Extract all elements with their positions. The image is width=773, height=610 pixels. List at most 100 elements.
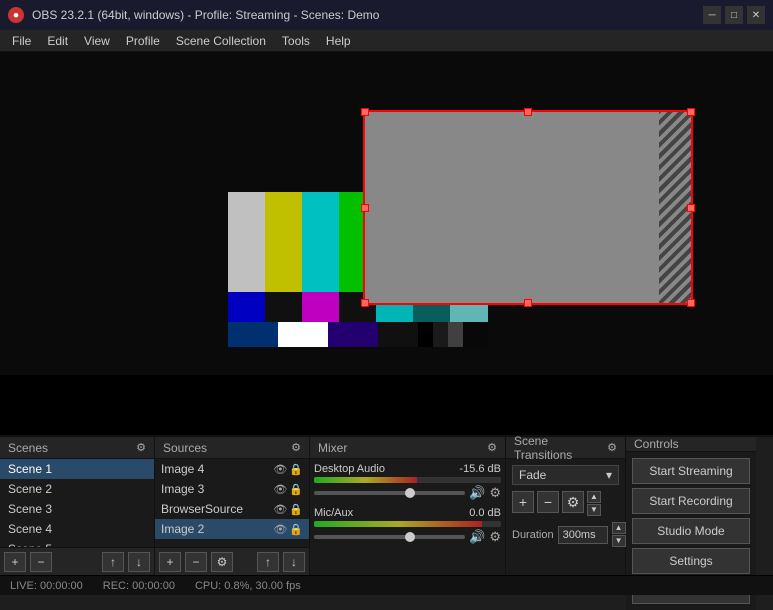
transition-settings-button[interactable]: ⚙	[562, 491, 584, 513]
source-eye-icon[interactable]: 👁	[273, 463, 287, 476]
mute-icon[interactable]: 🔊	[469, 529, 485, 545]
menu-edit[interactable]: Edit	[39, 32, 76, 50]
transitions-header-icon[interactable]: ⚙	[607, 441, 617, 454]
transition-content: Fade ▾ + − ⚙ ▲ ▼ Duration ▲	[506, 459, 625, 575]
channel-db: -15.6 dB	[459, 463, 501, 475]
mixer-channel: Desktop Audio -15.6 dB 🔊 ⚙	[314, 463, 501, 501]
source-settings-button[interactable]: ⚙	[211, 552, 233, 572]
bottom-panels: Scenes ⚙ Scene 1Scene 2Scene 3Scene 4Sce…	[0, 435, 773, 595]
scene-item[interactable]: Scene 1	[0, 459, 154, 479]
sources-panel-header: Sources ⚙	[155, 437, 309, 459]
sources-toolbar: + − ⚙ ↑ ↓	[155, 547, 309, 575]
sources-header-icon[interactable]: ⚙	[291, 441, 301, 454]
handle-tm[interactable]	[524, 108, 532, 116]
cpu-status: CPU: 0.8%, 30.00 fps	[195, 580, 301, 592]
control-start-recording-button[interactable]: Start Recording	[632, 488, 750, 514]
source-down-button[interactable]: ↓	[283, 552, 305, 572]
source-remove-button[interactable]: −	[185, 552, 207, 572]
transition-selected: Fade	[519, 468, 546, 482]
channel-name: Desktop Audio	[314, 463, 385, 475]
scene-add-button[interactable]: +	[4, 552, 26, 572]
scenes-panel: Scenes ⚙ Scene 1Scene 2Scene 3Scene 4Sce…	[0, 437, 155, 575]
duration-row: Duration ▲ ▼	[512, 522, 619, 547]
volume-row: 🔊 ⚙	[314, 529, 501, 545]
source-lock-icon[interactable]: 🔒	[289, 463, 303, 476]
volume-row: 🔊 ⚙	[314, 485, 501, 501]
volume-thumb	[405, 532, 415, 542]
control-studio-mode-button[interactable]: Studio Mode	[632, 518, 750, 544]
channel-db: 0.0 dB	[469, 507, 501, 519]
mixer-content: Desktop Audio -15.6 dB 🔊 ⚙ Mic/Aux 0.0 d…	[310, 459, 505, 575]
source-name: Image 4	[161, 462, 204, 476]
mixer-header-icon[interactable]: ⚙	[487, 441, 497, 454]
sources-panel: Sources ⚙ Image 4 👁 🔒 Image 3 👁 🔒 Browse…	[155, 437, 310, 575]
source-eye-icon[interactable]: 👁	[273, 503, 287, 516]
duration-label: Duration	[512, 529, 554, 541]
transition-select[interactable]: Fade ▾	[512, 465, 619, 485]
menu-scene-collection[interactable]: Scene Collection	[168, 32, 274, 50]
scenes-panel-header: Scenes ⚙	[0, 437, 154, 459]
transition-remove-button[interactable]: −	[537, 491, 559, 513]
scene-item[interactable]: Scene 5	[0, 539, 154, 547]
minimize-button[interactable]: ─	[703, 6, 721, 24]
source-lock-icon[interactable]: 🔒	[289, 483, 303, 496]
source-item[interactable]: Image 3 👁 🔒	[155, 479, 309, 499]
control-start-streaming-button[interactable]: Start Streaming	[632, 458, 750, 484]
transitions-panel-header: Scene Transitions ⚙	[506, 437, 625, 459]
handle-br[interactable]	[687, 299, 695, 307]
scene-item[interactable]: Scene 3	[0, 499, 154, 519]
source-up-button[interactable]: ↑	[257, 552, 279, 572]
handle-mr[interactable]	[687, 204, 695, 212]
duration-spinner-up[interactable]: ▲	[612, 522, 626, 534]
volume-slider[interactable]	[314, 535, 465, 539]
transition-spinner-up[interactable]: ▲	[587, 491, 601, 503]
source-add-button[interactable]: +	[159, 552, 181, 572]
mixer-label: Mixer	[318, 441, 347, 455]
mixer-panel: Mixer ⚙ Desktop Audio -15.6 dB 🔊 ⚙ Mic/A…	[310, 437, 506, 575]
source-item[interactable]: BrowserSource 👁 🔒	[155, 499, 309, 519]
handle-tl[interactable]	[361, 108, 369, 116]
maximize-button[interactable]: □	[725, 6, 743, 24]
source-lock-icon[interactable]: 🔒	[289, 523, 303, 536]
channel-settings-icon[interactable]: ⚙	[489, 485, 501, 501]
transitions-panel: Scene Transitions ⚙ Fade ▾ + − ⚙ ▲ ▼	[506, 437, 626, 575]
volume-slider[interactable]	[314, 491, 465, 495]
source-name: BrowserSource	[161, 502, 243, 516]
channel-settings-icon[interactable]: ⚙	[489, 529, 501, 545]
duration-spinner-down[interactable]: ▼	[612, 535, 626, 547]
control-settings-button[interactable]: Settings	[632, 548, 750, 574]
scenes-header-icon[interactable]: ⚙	[136, 441, 146, 454]
menu-tools[interactable]: Tools	[274, 32, 318, 50]
controls-panel: Controls Start StreamingStart RecordingS…	[626, 437, 756, 575]
scene-up-button[interactable]: ↑	[102, 552, 124, 572]
black-area	[0, 375, 773, 435]
handle-ml[interactable]	[361, 204, 369, 212]
transition-spinner-down[interactable]: ▼	[587, 504, 601, 516]
handle-bl[interactable]	[361, 299, 369, 307]
app-icon: ⏺	[8, 7, 24, 23]
handle-bm[interactable]	[524, 299, 532, 307]
duration-input[interactable]	[558, 526, 608, 544]
mute-icon[interactable]: 🔊	[469, 485, 485, 501]
transition-add-button[interactable]: +	[512, 491, 534, 513]
close-button[interactable]: ✕	[747, 6, 765, 24]
source-lock-icon[interactable]: 🔒	[289, 503, 303, 516]
scene-remove-button[interactable]: −	[30, 552, 52, 572]
source-item[interactable]: Image 2 👁 🔒	[155, 519, 309, 539]
source-eye-icon[interactable]: 👁	[273, 483, 287, 496]
menu-view[interactable]: View	[76, 32, 118, 50]
selected-element[interactable]	[363, 110, 693, 305]
source-name: Image 3	[161, 482, 204, 496]
menu-help[interactable]: Help	[318, 32, 359, 50]
menu-file[interactable]: File	[4, 32, 39, 50]
scene-item[interactable]: Scene 4	[0, 519, 154, 539]
source-item[interactable]: Image 4 👁 🔒	[155, 459, 309, 479]
title-bar: ⏺ OBS 23.2.1 (64bit, windows) - Profile:…	[0, 0, 773, 30]
handle-tr[interactable]	[687, 108, 695, 116]
scene-item[interactable]: Scene 2	[0, 479, 154, 499]
db-bar	[314, 521, 501, 527]
source-eye-icon[interactable]: 👁	[273, 523, 287, 536]
sources-label: Sources	[163, 441, 207, 455]
scene-down-button[interactable]: ↓	[128, 552, 150, 572]
menu-profile[interactable]: Profile	[118, 32, 168, 50]
